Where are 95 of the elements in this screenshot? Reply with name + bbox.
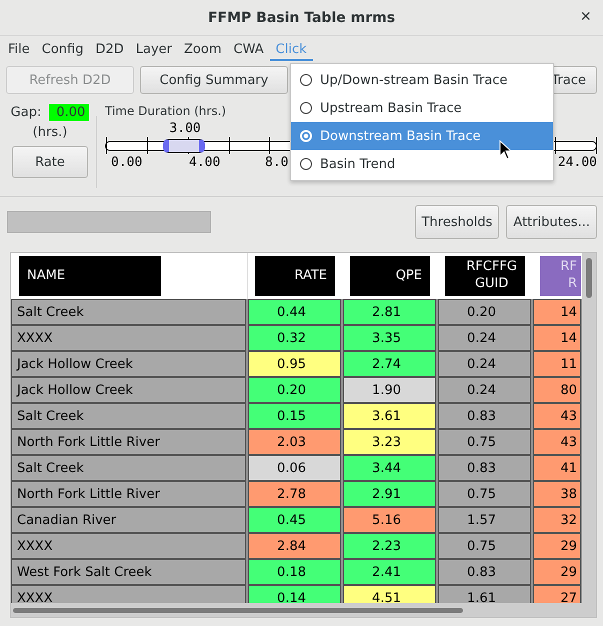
table-cell: 14 bbox=[533, 299, 581, 325]
menu-item[interactable]: Zoom bbox=[178, 38, 228, 60]
table-cell: 2.74 bbox=[343, 351, 436, 377]
menu-item[interactable]: D2D bbox=[89, 38, 130, 60]
gap-unit: (hrs.) bbox=[32, 125, 68, 140]
table-cell: 0.18 bbox=[248, 559, 341, 585]
table-cell: 0.20 bbox=[438, 299, 531, 325]
table-cell: 0.14 bbox=[248, 585, 341, 603]
table-cell: 0.20 bbox=[248, 377, 341, 403]
table-cell: 0.45 bbox=[248, 507, 341, 533]
table-cell: 0.75 bbox=[438, 429, 531, 455]
table-cell: 2.41 bbox=[343, 559, 436, 585]
table-cell: 0.24 bbox=[438, 351, 531, 377]
table-cell: 0.15 bbox=[248, 403, 341, 429]
table-cell: 2.78 bbox=[248, 481, 341, 507]
toolbar-button[interactable]: Config Summary bbox=[140, 66, 288, 94]
tick-label: 0.00 bbox=[111, 155, 142, 170]
table-cell: 5.16 bbox=[343, 507, 436, 533]
table-cell: 41 bbox=[533, 455, 581, 481]
table-cell: 1.61 bbox=[438, 585, 531, 603]
table-cell: XXXX bbox=[11, 325, 246, 351]
gap-value: 0.00 bbox=[49, 104, 90, 121]
table-cell: 0.06 bbox=[248, 455, 341, 481]
table-cell: 2.84 bbox=[248, 533, 341, 559]
menu-option[interactable]: Basin Trend bbox=[291, 150, 553, 178]
table-cell: 0.24 bbox=[438, 325, 531, 351]
table-cell: Salt Creek bbox=[11, 299, 246, 325]
action-button[interactable]: Thresholds bbox=[414, 205, 500, 239]
table-cell: 27 bbox=[533, 585, 581, 603]
menu-item[interactable]: File bbox=[2, 38, 36, 60]
table-cell: Salt Creek bbox=[11, 455, 246, 481]
table-cell: 3.44 bbox=[343, 455, 436, 481]
table-cell: 11 bbox=[533, 351, 581, 377]
table-cell: 0.83 bbox=[438, 559, 531, 585]
table-cell: North Fork Little River bbox=[11, 481, 246, 507]
menu-item[interactable]: CWA bbox=[228, 38, 270, 60]
table-cell: 0.75 bbox=[438, 481, 531, 507]
radio-icon bbox=[300, 158, 312, 170]
table-cell: 0.83 bbox=[438, 403, 531, 429]
tick-label: 8.0 bbox=[265, 155, 288, 170]
table-cell: 2.91 bbox=[343, 481, 436, 507]
table-cell: North Fork Little River bbox=[11, 429, 246, 455]
vertical-scrollbar[interactable] bbox=[582, 253, 596, 617]
horizontal-scrollbar[interactable] bbox=[11, 603, 582, 617]
column-header[interactable]: RFCFFG GUID bbox=[445, 256, 525, 296]
table-cell: 43 bbox=[533, 403, 581, 429]
radio-icon bbox=[300, 102, 312, 114]
table-cell: 14 bbox=[533, 325, 581, 351]
column-header[interactable]: RATE bbox=[255, 256, 335, 296]
table-cell: 2.23 bbox=[343, 533, 436, 559]
table-cell: 0.95 bbox=[248, 351, 341, 377]
table-cell: Jack Hollow Creek bbox=[11, 377, 246, 403]
menu-option[interactable]: Upstream Basin Trace bbox=[291, 94, 553, 122]
menu-item[interactable]: Layer bbox=[130, 38, 178, 60]
table-cell: 29 bbox=[533, 533, 581, 559]
tick-label: 24.00 bbox=[558, 155, 597, 170]
table-cell: 1.90 bbox=[343, 377, 436, 403]
table-cell: 29 bbox=[533, 559, 581, 585]
pointer-cursor-icon bbox=[499, 140, 513, 160]
table-cell: 0.44 bbox=[248, 299, 341, 325]
column-header[interactable]: NAME bbox=[19, 256, 161, 296]
window-title: FFMP Basin Table mrms bbox=[208, 10, 396, 26]
table-cell: 0.83 bbox=[438, 455, 531, 481]
tick-label: 4.00 bbox=[189, 155, 220, 170]
table-cell: 0.75 bbox=[438, 533, 531, 559]
slider-thumb[interactable] bbox=[163, 139, 206, 153]
table-cell: XXXX bbox=[11, 585, 246, 603]
table-cell: XXXX bbox=[11, 533, 246, 559]
duration-reading: 3.00 bbox=[169, 121, 201, 136]
rate-button[interactable]: Rate bbox=[12, 146, 88, 178]
column-header[interactable]: QPE bbox=[350, 256, 430, 296]
table-cell: Canadian River bbox=[11, 507, 246, 533]
table-cell: 32 bbox=[533, 507, 581, 533]
table-cell: 2.03 bbox=[248, 429, 341, 455]
table-cell: 2.81 bbox=[343, 299, 436, 325]
radio-icon bbox=[300, 130, 312, 142]
table-cell: 3.61 bbox=[343, 403, 436, 429]
table-cell: 0.24 bbox=[438, 377, 531, 403]
action-button[interactable]: Attributes... bbox=[506, 205, 597, 239]
radio-icon bbox=[300, 74, 312, 86]
table-cell: 3.35 bbox=[343, 325, 436, 351]
table-cell: 80 bbox=[533, 377, 581, 403]
menu-item[interactable]: Config bbox=[36, 38, 90, 60]
duration-label: Time Duration (hrs.) bbox=[105, 104, 226, 118]
table-cell: 0.32 bbox=[248, 325, 341, 351]
table-cell: 38 bbox=[533, 481, 581, 507]
gap-label: Gap: bbox=[10, 105, 42, 120]
table-cell: West Fork Salt Creek bbox=[11, 559, 246, 585]
table-cell: 1.57 bbox=[438, 507, 531, 533]
table-cell: Jack Hollow Creek bbox=[11, 351, 246, 377]
table-cell: 4.51 bbox=[343, 585, 436, 603]
table-cell: 43 bbox=[533, 429, 581, 455]
table-cell: 3.23 bbox=[343, 429, 436, 455]
close-button[interactable]: × bbox=[576, 6, 595, 27]
table-cell: Salt Creek bbox=[11, 403, 246, 429]
